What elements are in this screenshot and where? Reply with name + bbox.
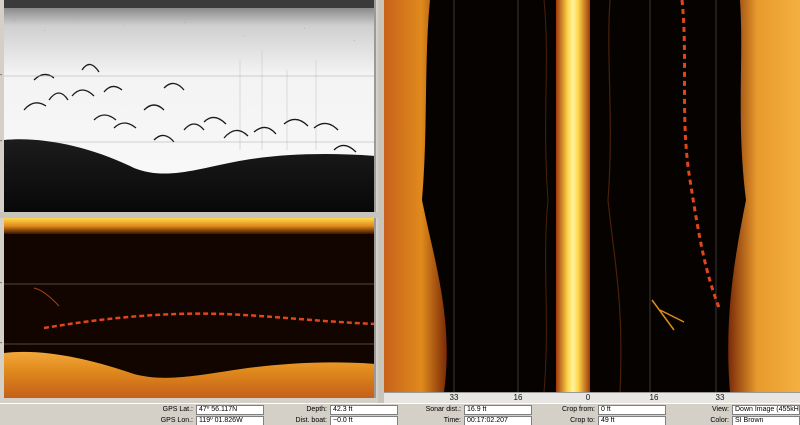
tick-label: 16 <box>513 393 523 402</box>
down-imaging-bw-image <box>4 0 374 212</box>
down-imaging-color-image <box>4 218 374 398</box>
status-value: 47º 56.117N <box>196 404 264 415</box>
status-value: SI Brown <box>732 415 800 425</box>
side-scan-distance-axis: 33 16 0 16 33 <box>384 392 800 403</box>
status-label: Time: <box>443 417 461 424</box>
depth-scale-marker: - <box>0 138 3 145</box>
depth-field: Depth: 42.3 ft <box>266 404 398 415</box>
status-value: 49 ft <box>598 415 666 425</box>
status-bar: GPS Lat.: 47º 56.117N Depth: 42.3 ft Son… <box>0 403 800 425</box>
status-label: GPS Lat.: <box>162 406 193 413</box>
down-imaging-bw-pane[interactable] <box>4 0 376 212</box>
gps-lon-field: GPS Lon.: 119º 01.826W <box>132 415 264 425</box>
dist-boat-field: Dist. boat: ~0.0 ft <box>266 415 398 425</box>
status-label: Crop to: <box>570 417 595 424</box>
status-label: View: <box>712 406 729 413</box>
status-value: 42.3 ft <box>330 404 398 415</box>
down-imaging-color-pane[interactable] <box>4 218 376 398</box>
sonar-dist-field: Sonar dist.: 16.9 ft <box>400 404 532 415</box>
status-value: 119º 01.826W <box>196 415 264 425</box>
crop-from-field: Crop from: 0 ft <box>534 404 666 415</box>
status-value: ~0.0 ft <box>330 415 398 425</box>
status-label: Sonar dist.: <box>425 406 461 413</box>
status-label: GPS Lon.: <box>160 417 193 424</box>
tick-label: 33 <box>449 393 459 402</box>
view-field: View: Down Image (455kHz) <box>668 404 800 415</box>
color-field: Color: SI Brown <box>668 415 800 425</box>
depth-scale-marker: - <box>0 72 3 79</box>
status-label: Dist. boat: <box>295 417 327 424</box>
status-label: Crop from: <box>561 406 595 413</box>
gps-lat-field: GPS Lat.: 47º 56.117N <box>132 404 264 415</box>
crop-to-field: Crop to: 49 ft <box>534 415 666 425</box>
status-value: 00:17:02.207 <box>464 415 532 425</box>
tick-label: 16 <box>649 393 659 402</box>
side-imaging-image <box>384 0 800 392</box>
depth-scale-marker: - <box>0 280 3 287</box>
tick-label: 0 <box>585 393 591 402</box>
status-label: Color: <box>710 417 729 424</box>
status-value: Down Image (455kHz) <box>732 404 800 415</box>
status-value: 16.9 ft <box>464 404 532 415</box>
time-field: Time: 00:17:02.207 <box>400 415 532 425</box>
side-imaging-pane[interactable] <box>384 0 800 392</box>
status-label: Depth: <box>306 406 327 413</box>
tick-label: 33 <box>715 393 725 402</box>
depth-scale-marker: - <box>0 340 3 347</box>
status-value: 0 ft <box>598 404 666 415</box>
